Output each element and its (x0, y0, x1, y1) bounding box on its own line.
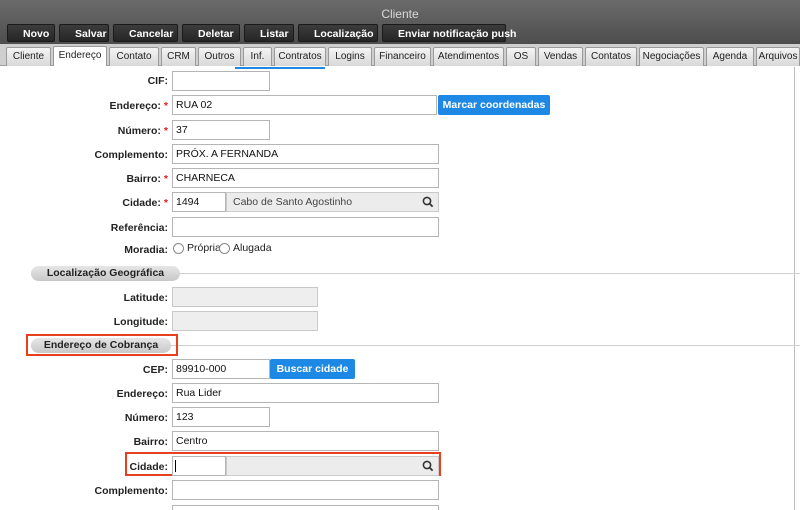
cobranca-cidade-name-field (226, 456, 439, 476)
moradia-propria-radio[interactable] (173, 242, 184, 254)
cobranca-bairro-label: Bairro: (133, 436, 168, 448)
moradia-alugada-radio[interactable] (219, 242, 230, 254)
cif-label: CIF: (147, 75, 168, 87)
cobranca-cidade-label: Cidade: (129, 461, 168, 473)
tab-inf[interactable]: Inf. (243, 47, 272, 66)
cobranca-numero-label: Número: (124, 412, 168, 424)
tab-endereco[interactable]: Endereço (53, 46, 107, 66)
longitude-label: Longitude: (113, 316, 168, 328)
tab-bar: Cliente Endereço Contato CRM Outros Inf.… (0, 44, 800, 66)
marcar-coordenadas-button[interactable]: Marcar coordenadas (438, 95, 550, 115)
geo-section-title: Localização Geográfica (31, 266, 180, 281)
search-icon[interactable] (421, 459, 435, 473)
cobranca-bairro-input[interactable]: Centro (172, 431, 439, 451)
longitude-input[interactable] (172, 311, 318, 331)
cobranca-complemento-input[interactable] (172, 480, 439, 500)
search-icon[interactable] (421, 195, 435, 209)
moradia-alugada-label: Alugada (233, 242, 272, 254)
listar-button[interactable]: Listar (244, 24, 294, 42)
tab-contato[interactable]: Contato (109, 47, 159, 66)
latitude-label: Latitude: (123, 292, 168, 304)
cobranca-endereco-input[interactable]: Rua Lider (172, 383, 439, 403)
numero-label: Número: * (117, 125, 168, 137)
cancelar-button[interactable]: Cancelar (113, 24, 178, 42)
referencia-label: Referência: (110, 222, 168, 234)
novo-button[interactable]: Novo (7, 24, 55, 42)
tab-financeiro[interactable]: Financeiro (374, 47, 431, 66)
deletar-button[interactable]: Deletar (182, 24, 240, 42)
cidade-label: Cidade: * (122, 197, 168, 209)
tab-contatos[interactable]: Contatos (585, 47, 637, 66)
tab-crm[interactable]: CRM (161, 47, 196, 66)
referencia-input[interactable] (172, 217, 439, 237)
numero-input[interactable]: 37 (172, 120, 270, 140)
cidade-name-field: Cabo de Santo Agostinho (226, 192, 439, 212)
salvar-button[interactable]: Salvar (59, 24, 109, 42)
tab-arquivos[interactable]: Arquivos (756, 47, 800, 66)
moradia-propria-option[interactable]: Própria (173, 241, 221, 255)
moradia-propria-label: Própria (187, 242, 221, 254)
tab-contratos[interactable]: Contratos (274, 47, 326, 66)
window-title: Cliente (381, 7, 419, 21)
latitude-input[interactable] (172, 287, 318, 307)
tab-os[interactable]: OS (506, 47, 536, 66)
cobranca-endereco-label: Endereço: (116, 388, 168, 400)
cobranca-complemento-label: Complemento: (94, 485, 169, 497)
cif-input[interactable] (172, 71, 270, 91)
complemento-input[interactable]: PRÓX. A FERNANDA (172, 144, 439, 164)
tab-negociacoes[interactable]: Negociações (639, 47, 704, 66)
endereco-form: CIF: Endereço: * RUA 02 Marcar coordenada… (5, 67, 800, 510)
cobranca-numero-input[interactable]: 123 (172, 407, 270, 427)
tab-agenda[interactable]: Agenda (706, 47, 754, 66)
tab-cliente[interactable]: Cliente (6, 47, 51, 66)
tab-outros[interactable]: Outros (198, 47, 241, 66)
enviar-push-button[interactable]: Enviar notificação push (382, 24, 516, 42)
buscar-cidade-button[interactable]: Buscar cidade (270, 359, 355, 379)
bairro-label: Bairro: * (126, 173, 168, 185)
bairro-input[interactable]: CHARNECA (172, 168, 439, 188)
toolbar: Novo Salvar Cancelar Deletar Listar Loca… (7, 24, 516, 42)
tab-logins[interactable]: Logins (328, 47, 372, 66)
cobranca-title-highlight (26, 334, 178, 356)
moradia-label: Moradia: (124, 244, 168, 256)
next-field-input[interactable] (172, 505, 439, 510)
endereco-input[interactable]: RUA 02 (172, 95, 437, 115)
complemento-label: Complemento: (94, 149, 169, 161)
cobranca-cidade-code-input[interactable] (172, 456, 226, 476)
moradia-alugada-option[interactable]: Alugada (219, 241, 272, 255)
scroll-indicator (235, 67, 325, 69)
endereco-label: Endereço: * (109, 100, 168, 112)
text-caret (175, 460, 176, 472)
tab-atendimentos[interactable]: Atendimentos (433, 47, 504, 66)
cep-input[interactable]: 89910-000 (172, 359, 270, 379)
localizacao-button[interactable]: Localização (298, 24, 378, 42)
cidade-code-input[interactable]: 1494 (172, 192, 226, 212)
cep-label: CEP: (142, 364, 168, 376)
tab-vendas[interactable]: Vendas (538, 47, 583, 66)
